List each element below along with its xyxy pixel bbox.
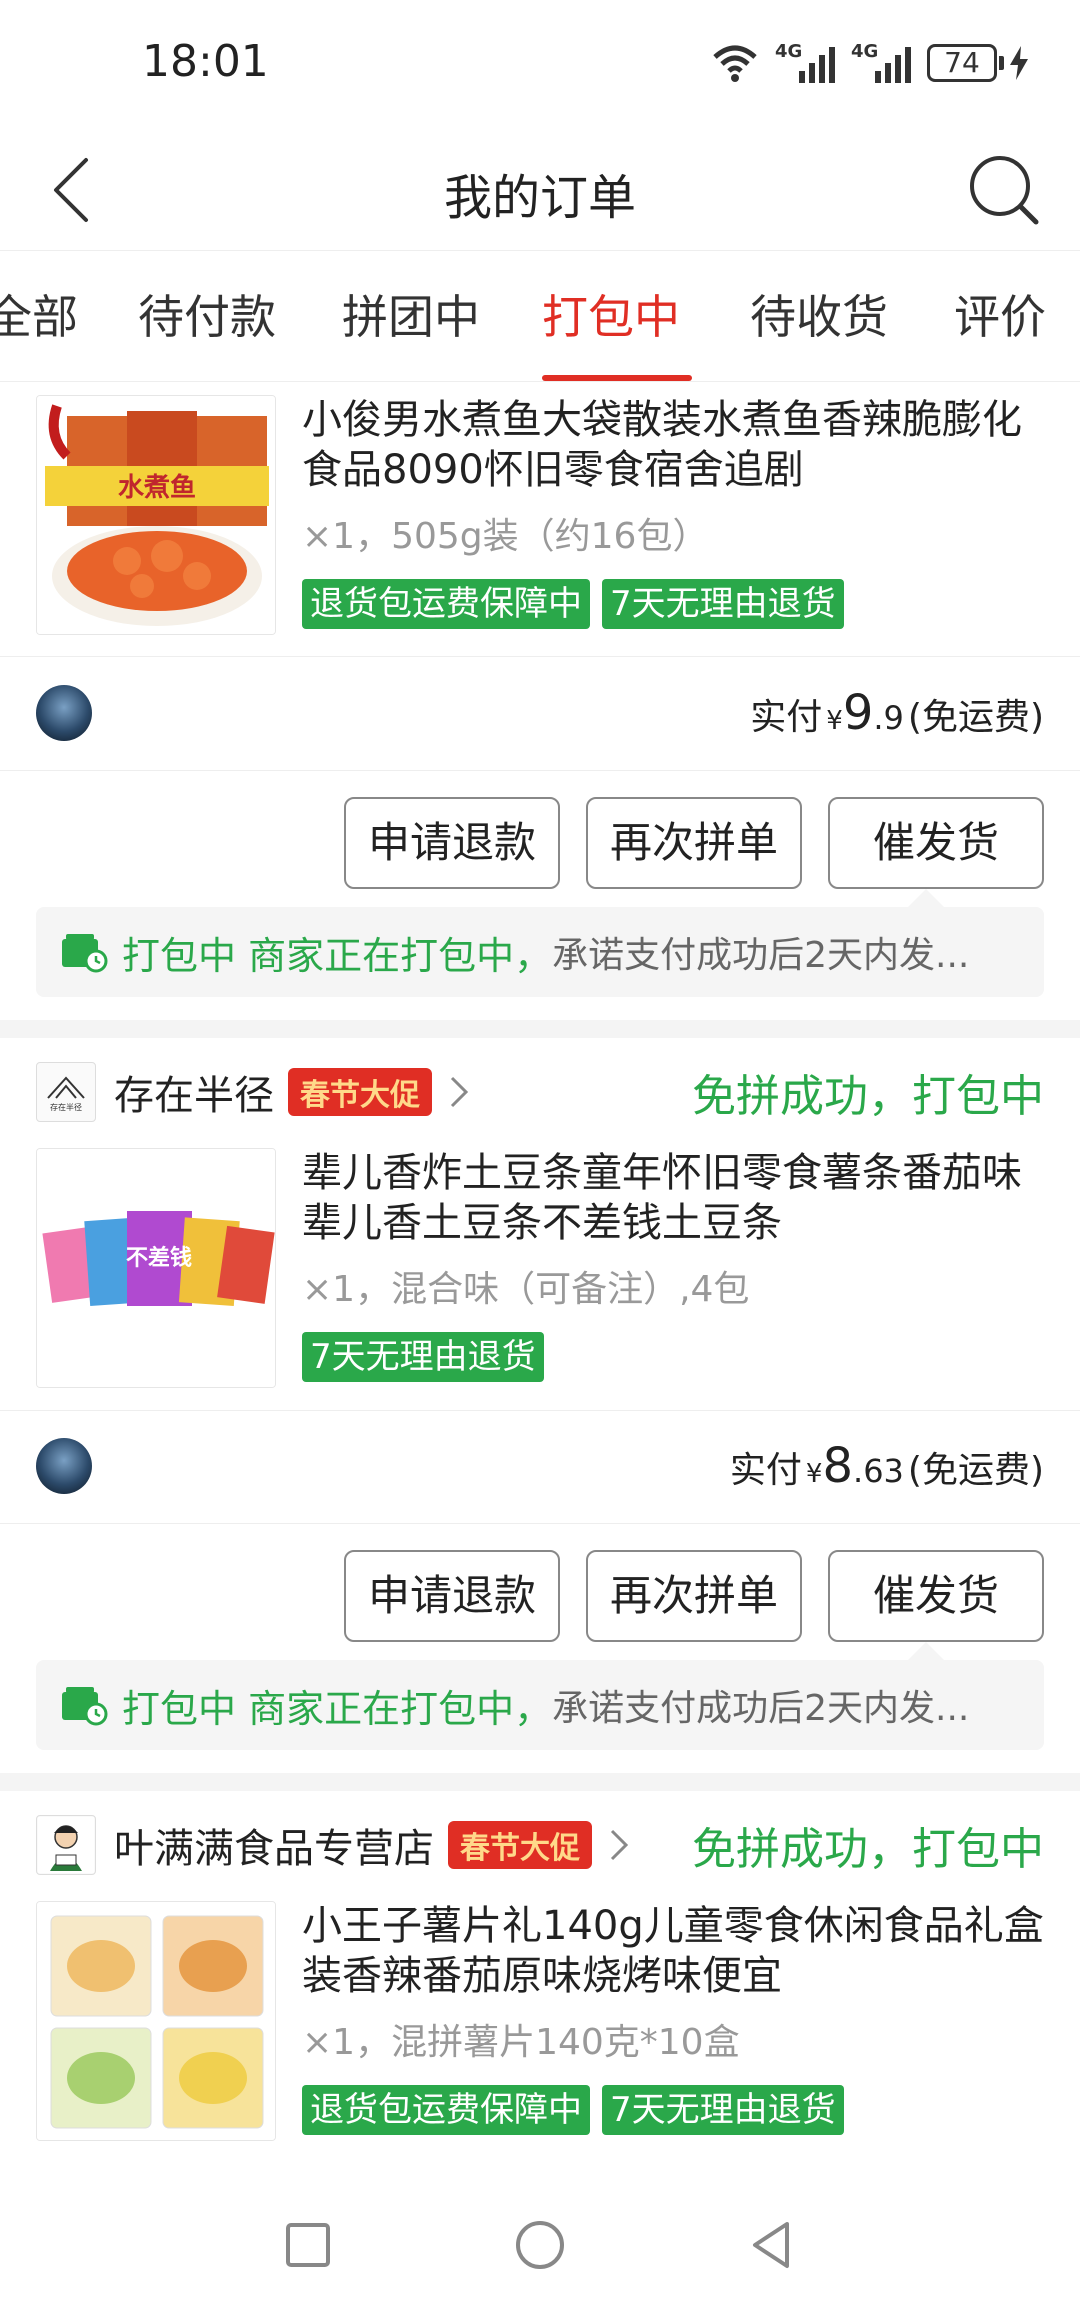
service-tag: 退货包运费保障中 [302, 579, 590, 629]
signal-icon: 4G [775, 41, 835, 83]
price-decimal: .9 [873, 699, 904, 737]
refund-button[interactable]: 申请退款 [344, 1550, 560, 1642]
urge-shipping-button[interactable]: 催发货 [828, 1550, 1044, 1642]
chevron-right-icon [610, 1829, 629, 1861]
product-title[interactable]: 小俊男水煮鱼大袋散装水煮鱼香辣脆膨化食品8090怀旧零食宿舍追剧 [302, 395, 1044, 495]
back-icon[interactable] [737, 2210, 807, 2280]
product-item[interactable]: 小王子薯片礼140g儿童零食休闲食品礼盒装香辣番茄原味烧烤味便宜 ×1，混拼薯片… [36, 1901, 1044, 2141]
battery-icon: 74 [927, 44, 1028, 82]
product-spec: ×1，混合味（可备注）,4包 [302, 1269, 750, 1310]
system-nav-bar [0, 2180, 1080, 2310]
charging-icon [1010, 46, 1028, 80]
wallet-clock-icon [62, 1687, 108, 1726]
store-logo [36, 1815, 96, 1875]
logistics-notice[interactable]: 打包中 商家正在打包中， 承诺支付成功后2天内发... [36, 1642, 1044, 1750]
order-status: 免拼成功，打包中 [692, 1824, 1044, 1875]
recent-apps-icon[interactable] [273, 2210, 343, 2280]
active-tab-indicator [542, 375, 692, 381]
chevron-right-icon [450, 1076, 469, 1108]
product-thumbnail[interactable] [36, 1901, 276, 2141]
payment-label: 实付 [750, 697, 823, 738]
urge-shipping-button[interactable]: 催发货 [828, 797, 1044, 889]
avatar [36, 685, 92, 741]
notice-text: 承诺支付成功后2天内发... [552, 935, 970, 976]
logistics-notice[interactable]: 打包中 商家正在打包中， 承诺支付成功后2天内发... [36, 889, 1044, 997]
store-row[interactable]: 叶满满食品专营店 春节大促 免拼成功，打包中 [36, 1805, 1044, 1885]
tab-packing[interactable]: 打包中 [542, 281, 680, 347]
svg-text:存在半径: 存在半径 [50, 1102, 82, 1112]
home-icon[interactable] [505, 2210, 575, 2280]
service-tags: 退货包运费保障中 7天无理由退货 [302, 2085, 844, 2135]
refund-button[interactable]: 申请退款 [344, 797, 560, 889]
avatar [36, 1438, 92, 1494]
nav-bar: 我的订单 [0, 130, 1080, 250]
service-tag: 7天无理由退货 [602, 2085, 844, 2135]
wifi-icon [713, 45, 757, 82]
product-title[interactable]: 辈儿香炸土豆条童年怀旧零食薯条番茄味辈儿香土豆条不差钱土豆条 [302, 1148, 1044, 1248]
notice-text: 承诺支付成功后2天内发... [552, 1688, 970, 1729]
shipping-note: (免运费) [907, 697, 1044, 738]
product-thumbnail[interactable]: 不差钱 [36, 1148, 276, 1388]
currency-symbol: ¥ [826, 706, 843, 736]
promo-badge: 春节大促 [288, 1068, 432, 1116]
payment-amount: 实付 ¥ 9 .9 (免运费) [750, 685, 1044, 741]
price-integer: 9 [842, 685, 874, 741]
notice-status: 打包中 商家正在打包中， [122, 933, 553, 978]
service-tag: 退货包运费保障中 [302, 2085, 590, 2135]
search-icon[interactable] [964, 150, 1044, 230]
thumbnail-label: 水煮鱼 [118, 473, 196, 503]
tab-review[interactable]: 评价 [954, 281, 1046, 347]
tab-pending-receipt[interactable]: 待收货 [750, 281, 888, 347]
order-tabs: 全部 待付款 拼团中 打包中 待收货 评价 [0, 250, 1080, 382]
price-integer: 8 [822, 1438, 854, 1494]
tab-all[interactable]: 全部 [0, 281, 78, 347]
payment-amount: 实付 ¥ 8 .63 (免运费) [730, 1438, 1044, 1494]
wallet-clock-icon [62, 934, 108, 973]
store-name[interactable]: 叶满满食品专营店 [114, 1816, 434, 1874]
network-type-label: 4G [851, 41, 879, 62]
order-status: 免拼成功，打包中 [692, 1071, 1044, 1122]
page-title: 我的订单 [443, 170, 636, 226]
status-icons: 4G 4G 74 [711, 38, 1028, 88]
product-item[interactable]: 不差钱 辈儿香炸土豆条童年怀旧零食薯条番茄味辈儿香土豆条不差钱土豆条 ×1，混合… [36, 1148, 1044, 1388]
service-tags: 7天无理由退货 [302, 1332, 544, 1382]
store-row[interactable]: 存在半径 存在半径 春节大促 免拼成功，打包中 [36, 1052, 1044, 1132]
reorder-button[interactable]: 再次拼单 [586, 797, 802, 889]
product-item[interactable]: 水煮鱼 小俊男水煮鱼大袋散装水煮鱼香辣脆膨化食品8090怀旧零食宿舍追剧 ×1，… [36, 395, 1044, 635]
service-tags: 退货包运费保障中 7天无理由退货 [302, 579, 844, 629]
thumbnail-label: 不差钱 [126, 1245, 192, 1271]
battery-level: 74 [927, 44, 997, 82]
order-card: 水煮鱼 小俊男水煮鱼大袋散装水煮鱼香辣脆膨化食品8090怀旧零食宿舍追剧 ×1，… [0, 383, 1080, 1020]
shipping-note: (免运费) [907, 1450, 1044, 1491]
service-tag: 7天无理由退货 [302, 1332, 544, 1382]
notice-status: 打包中 商家正在打包中， [122, 1686, 553, 1731]
product-spec: ×1，505g装（约16包） [302, 516, 709, 557]
price-decimal: .63 [853, 1452, 904, 1490]
payment-row: 实付 ¥ 8 .63 (免运费) [36, 1426, 1044, 1506]
network-type-label: 4G [775, 41, 803, 62]
reorder-button[interactable]: 再次拼单 [586, 1550, 802, 1642]
tab-pending-payment[interactable]: 待付款 [138, 281, 276, 347]
product-thumbnail[interactable]: 水煮鱼 [36, 395, 276, 635]
status-bar: 18:01 4G 4G 74 [0, 0, 1080, 130]
payment-row: 实付 ¥ 9 .9 (免运费) [36, 673, 1044, 753]
order-card: 叶满满食品专营店 春节大促 免拼成功，打包中 小王子薯片礼140g儿童零食休闲食… [0, 1791, 1080, 2180]
product-title[interactable]: 小王子薯片礼140g儿童零食休闲食品礼盒装香辣番茄原味烧烤味便宜 [302, 1901, 1044, 2001]
order-card: 存在半径 存在半径 春节大促 免拼成功，打包中 不差钱 辈儿香炸土豆条童年怀旧零… [0, 1038, 1080, 1773]
order-actions: 申请退款 再次拼单 催发货 [344, 1550, 1044, 1642]
status-time: 18:01 [142, 36, 269, 87]
order-actions: 申请退款 再次拼单 催发货 [344, 797, 1044, 889]
store-name[interactable]: 存在半径 [114, 1063, 274, 1121]
payment-label: 实付 [729, 1450, 802, 1491]
tab-group-buying[interactable]: 拼团中 [342, 281, 480, 347]
service-tag: 7天无理由退货 [602, 579, 844, 629]
product-spec: ×1，混拼薯片140克*10盒 [302, 2022, 740, 2063]
signal-icon: 4G [851, 41, 911, 83]
store-logo: 存在半径 [36, 1062, 96, 1122]
promo-badge: 春节大促 [448, 1821, 592, 1869]
currency-symbol: ¥ [805, 1459, 823, 1489]
